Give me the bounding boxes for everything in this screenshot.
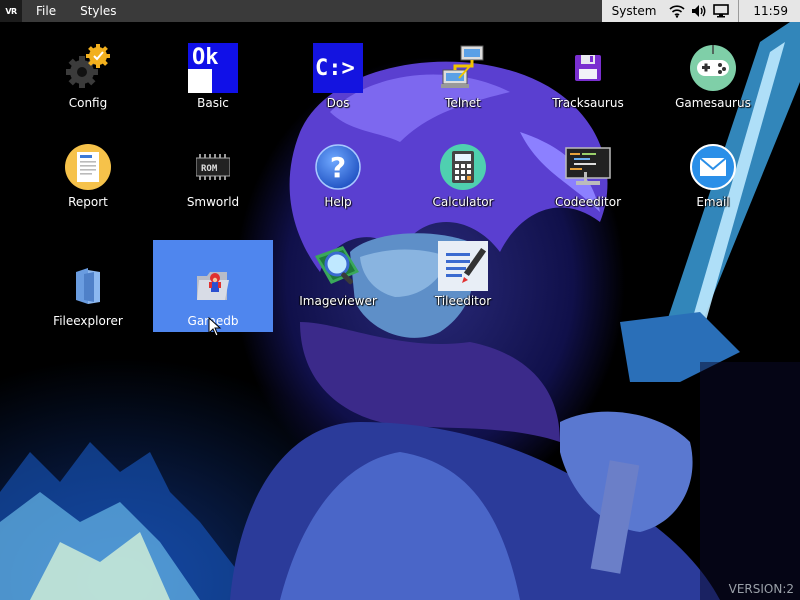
game-folder-icon xyxy=(187,260,239,312)
basic-ok-icon: Ok xyxy=(187,42,239,94)
version-label: VERSION:2 xyxy=(728,582,794,596)
system-menu[interactable]: System xyxy=(602,0,667,22)
gear-check-icon xyxy=(62,42,114,94)
dos-icon-text: C:> xyxy=(315,56,355,81)
floppy-disk-icon xyxy=(562,42,614,94)
menu-file[interactable]: File xyxy=(22,0,68,22)
image-magnifier-icon xyxy=(312,240,364,292)
menu-styles[interactable]: Styles xyxy=(68,0,128,22)
help-icon-text: ? xyxy=(330,151,346,184)
desktop-icon-telnet[interactable]: Telnet xyxy=(403,22,523,114)
desktop-icon-config[interactable]: Config xyxy=(28,22,148,114)
tray-divider xyxy=(738,0,740,22)
network-terminal-icon xyxy=(437,42,489,94)
desktop-icon-tracksaurus[interactable]: Tracksaurus xyxy=(528,22,648,114)
calculator-icon xyxy=(437,141,489,193)
desktop-icon-label: Config xyxy=(68,96,108,110)
email-icon xyxy=(687,141,739,193)
desktop-icon-tileeditor[interactable]: Tileeditor xyxy=(403,220,523,312)
desktop-icon-label: Tracksaurus xyxy=(552,96,624,110)
dos-prompt-icon: C:> xyxy=(312,42,364,94)
desktop-icon-smworld[interactable]: ROM Smworld xyxy=(153,121,273,213)
desktop-icon-help[interactable]: ? Help xyxy=(278,121,398,213)
desktop-icon-calculator[interactable]: Calculator xyxy=(403,121,523,213)
clock[interactable]: 11:59 xyxy=(745,0,800,22)
desktop-icon-fileexplorer[interactable]: Fileexplorer xyxy=(28,240,148,332)
folder-icon xyxy=(62,260,114,312)
desktop-icon-label: Calculator xyxy=(432,195,494,209)
desktop-icon-codeeditor[interactable]: Codeeditor xyxy=(528,121,648,213)
desktop-icon-label: Smworld xyxy=(186,195,240,209)
tile-edit-icon xyxy=(437,240,489,292)
gamepad-icon xyxy=(687,42,739,94)
desktop-icon-label: Tileeditor xyxy=(434,294,492,308)
smworld-icon-text: ROM xyxy=(201,164,218,174)
desktop-icon-report[interactable]: Report xyxy=(28,121,148,213)
desktop-icon-imageviewer[interactable]: Imageviewer xyxy=(278,220,398,312)
help-icon: ? xyxy=(312,141,364,193)
code-monitor-icon xyxy=(562,141,614,193)
desktop-icon-label: Basic xyxy=(197,96,229,110)
desktop-icon-label: Imageviewer xyxy=(299,294,377,308)
desktop-icon-label: Gamesaurus xyxy=(675,96,751,110)
monitor-icon[interactable] xyxy=(710,0,732,22)
desktop-icon-basic[interactable]: Ok Basic xyxy=(153,22,273,114)
mouse-cursor xyxy=(208,317,222,337)
report-document-icon xyxy=(62,141,114,193)
desktop-icon-gamesaurus[interactable]: Gamesaurus xyxy=(653,22,773,114)
desktop-icon-email[interactable]: Email xyxy=(653,121,773,213)
desktop-icon-label: Help xyxy=(324,195,352,209)
basic-icon-text: Ok xyxy=(192,45,219,70)
desktop-icon-label: Telnet xyxy=(445,96,481,110)
system-tray: System 11:59 xyxy=(601,0,800,22)
desktop-icon-label: Dos xyxy=(326,96,350,110)
desktop-icon-dos[interactable]: C:> Dos xyxy=(278,22,398,114)
desktop-icon-label: Codeeditor xyxy=(554,195,622,209)
wifi-icon[interactable] xyxy=(666,0,688,22)
desktop-icon-label: Report xyxy=(68,195,108,209)
chip-icon: ROM xyxy=(187,141,239,193)
volume-icon[interactable] xyxy=(688,0,710,22)
desktop-icon-label: Fileexplorer xyxy=(53,314,123,328)
desktop-icon-label: Email xyxy=(696,195,730,209)
vr-logo[interactable]: VR xyxy=(0,0,22,22)
